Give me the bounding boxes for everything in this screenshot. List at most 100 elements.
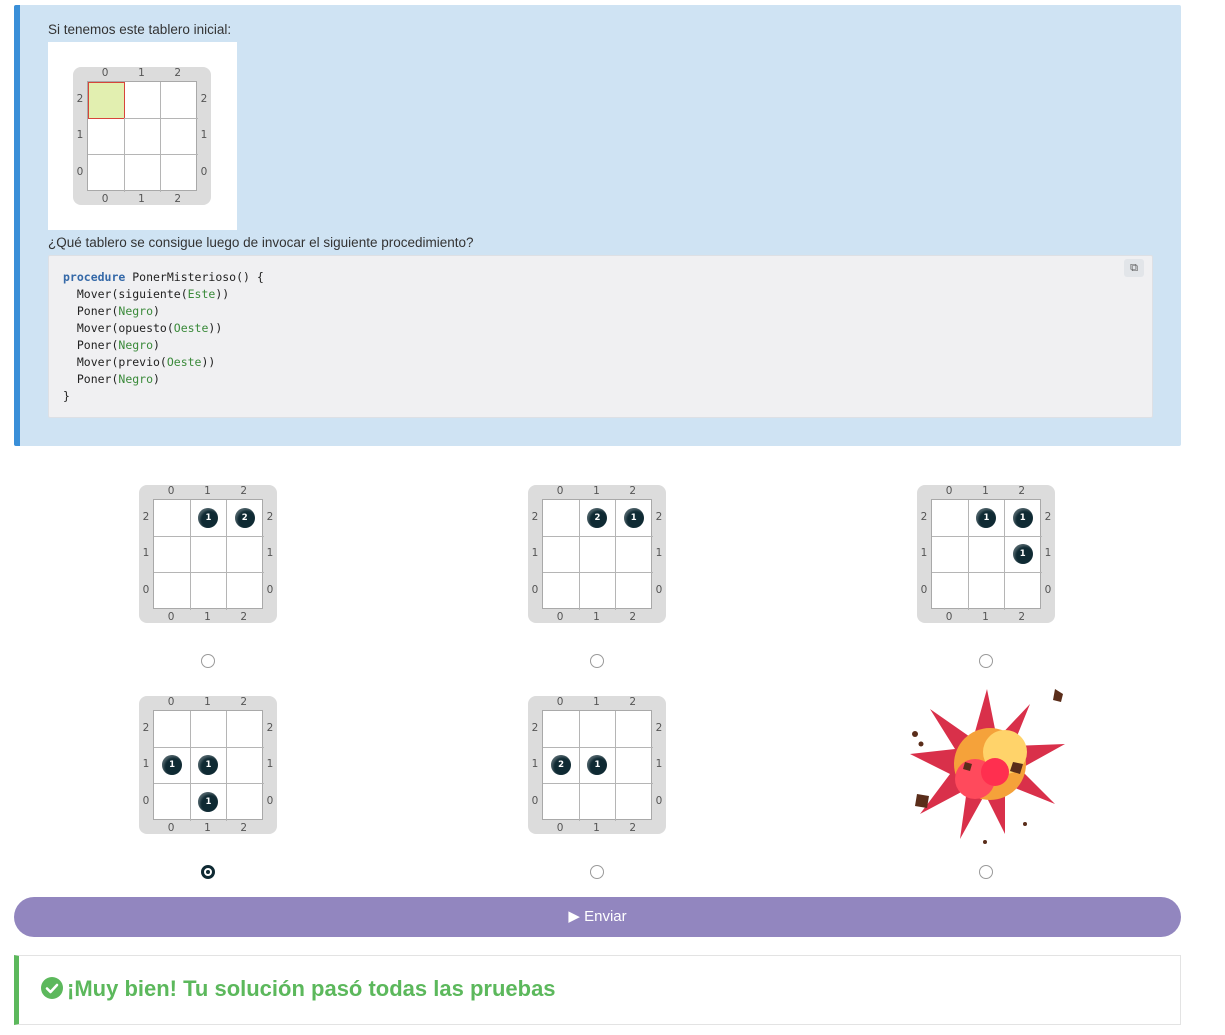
board-cell — [154, 536, 191, 574]
answer-option-radio[interactable] — [979, 865, 993, 879]
row-label: 1 — [531, 758, 539, 771]
row-label: 2 — [531, 722, 539, 735]
board-cell — [579, 783, 617, 821]
board-grid: 21 — [542, 710, 653, 821]
submit-label: Enviar — [584, 908, 627, 925]
board-cell — [227, 784, 264, 821]
row-label: 2 — [266, 722, 274, 735]
row-label: 0 — [200, 165, 208, 178]
code-line: Mover(opuesto(Oeste)) — [63, 321, 223, 335]
explosion-icon — [905, 684, 1070, 854]
code-argument: Oeste — [173, 321, 209, 335]
column-label: 0 — [101, 193, 109, 205]
column-label: 2 — [1018, 611, 1026, 623]
row-label: 2 — [76, 93, 84, 106]
board: 111000011112222 — [917, 485, 1055, 623]
code-argument: Oeste — [166, 355, 202, 369]
board-cell — [579, 536, 617, 574]
board-cell — [543, 572, 580, 610]
board-cell — [226, 536, 264, 574]
column-label: 2 — [240, 611, 248, 623]
code-line: Mover(siguiente(Este)) — [63, 287, 230, 301]
board-grid: 111 — [153, 710, 264, 821]
board-cell — [160, 118, 198, 156]
exercise-statement: Si tenemos este tablero inicial: 0 0 0 0 1 1 1… — [14, 5, 1181, 446]
black-ball: 1 — [623, 508, 644, 529]
play-icon: ▶ — [568, 908, 580, 925]
column-label: 0 — [556, 822, 564, 834]
column-label: 1 — [982, 611, 989, 623]
board-cell — [615, 536, 653, 574]
board-cell — [543, 783, 580, 821]
board-cell — [154, 572, 191, 610]
board-cell — [932, 572, 969, 610]
answer-option-radio[interactable] — [979, 654, 993, 668]
board-grid: 111 — [931, 499, 1042, 610]
column-label: 0 — [167, 611, 175, 623]
code-line: } — [63, 389, 70, 403]
answer-option-radio[interactable] — [201, 654, 215, 668]
row-label: 0 — [266, 583, 274, 596]
board-cell — [968, 572, 1006, 610]
feedback-panel: ¡Muy bien! Tu solución pasó todas las pr… — [14, 955, 1181, 1025]
statement-intro: Si tenemos este tablero inicial: — [48, 22, 232, 37]
row-label: 2 — [142, 722, 150, 735]
board-grid: 12 — [153, 499, 264, 610]
row-label: 1 — [920, 547, 928, 560]
column-label: 0 — [167, 696, 175, 708]
row-label: 0 — [142, 794, 150, 807]
code-argument: Negro — [118, 338, 154, 352]
row-label: 1 — [200, 129, 208, 142]
black-ball: 2 — [234, 508, 255, 529]
answer-option-radio[interactable] — [201, 865, 215, 879]
column-label: 2 — [1018, 485, 1026, 497]
row-label: 0 — [531, 583, 539, 596]
row-label: 2 — [531, 511, 539, 524]
code-line: procedure PonerMisterioso() { — [63, 270, 264, 284]
board-cell — [932, 500, 969, 537]
feedback-message: ¡Muy bien! Tu solución pasó todas las pr… — [67, 976, 556, 1001]
column-label: 0 — [167, 485, 175, 497]
board: 12000011112222 — [139, 485, 277, 623]
answer-option-radio[interactable] — [590, 865, 604, 879]
column-label: 2 — [174, 193, 182, 205]
row-label: 2 — [1044, 511, 1052, 524]
board-cell — [615, 711, 653, 748]
column-label: 0 — [167, 822, 175, 834]
board-cell — [88, 118, 125, 156]
row-label: 2 — [142, 511, 150, 524]
column-label: 2 — [240, 822, 248, 834]
board-cell — [88, 154, 125, 192]
row-label: 1 — [266, 547, 274, 560]
board: 21000011112222 — [528, 485, 666, 623]
row-label: 2 — [266, 511, 274, 524]
answer-option-radio[interactable] — [590, 654, 604, 668]
column-label: 2 — [174, 67, 182, 79]
board-cell — [124, 118, 162, 156]
row-label: 1 — [531, 547, 539, 560]
column-label: 1 — [593, 822, 600, 834]
board-cell — [543, 500, 580, 537]
submit-button[interactable]: ▶ Enviar — [14, 897, 1181, 937]
board-cell — [579, 572, 617, 610]
board: 21000011112222 — [528, 696, 666, 834]
code-argument: Negro — [118, 372, 154, 386]
board-cell — [154, 500, 191, 537]
board-cell — [124, 154, 162, 192]
column-label: 1 — [138, 67, 145, 79]
board-grid: 21 — [542, 499, 653, 610]
column-label: 1 — [593, 611, 600, 623]
column-label: 2 — [629, 696, 637, 708]
row-label: 0 — [142, 583, 150, 596]
row-label: 0 — [266, 794, 274, 807]
column-label: 2 — [629, 611, 637, 623]
board-cell — [154, 783, 191, 821]
copy-icon[interactable]: ⧉ — [1124, 259, 1144, 277]
column-label: 1 — [204, 485, 211, 497]
code-line: Poner(Negro) — [63, 338, 160, 352]
board-cell — [160, 82, 198, 119]
row-label: 1 — [266, 758, 274, 771]
statement-question: ¿Qué tablero se consigue luego de invoca… — [48, 235, 474, 250]
board-grid — [87, 81, 198, 192]
row-label: 2 — [200, 93, 208, 106]
